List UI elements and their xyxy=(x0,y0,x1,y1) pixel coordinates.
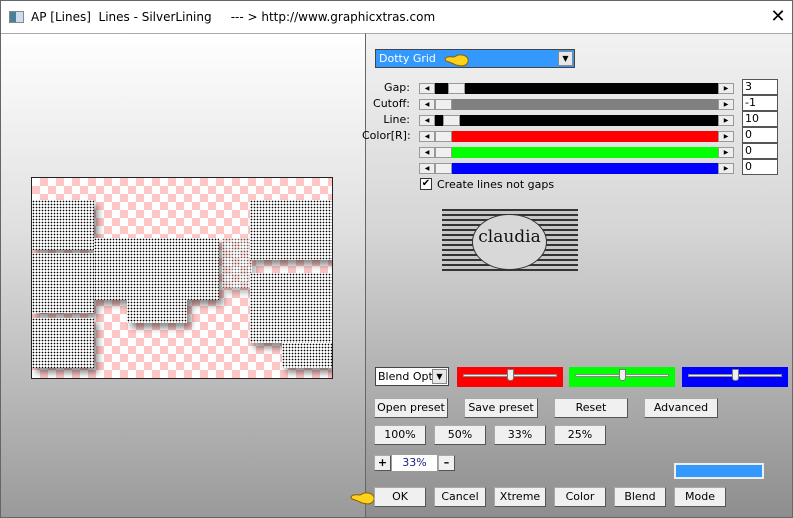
arrow-left-icon[interactable]: ◀ xyxy=(419,99,435,110)
color-g-value-field[interactable]: 0 xyxy=(742,143,778,159)
gap-slider-track xyxy=(435,83,718,94)
arrow-right-icon[interactable]: ▶ xyxy=(718,163,734,174)
zoom-33-button[interactable]: 33% xyxy=(494,425,546,445)
blend-options-dropdown[interactable]: Blend Optio ▼ xyxy=(375,367,449,386)
color-b-slider-thumb[interactable] xyxy=(435,163,452,174)
cutoff-label: Cutoff: xyxy=(373,97,410,110)
zoom-value: 33% xyxy=(392,455,437,471)
title-bar: AP [Lines] Lines - SilverLining --- > ht… xyxy=(0,0,793,33)
create-lines-label: Create lines not gaps xyxy=(437,178,555,191)
xtreme-button[interactable]: Xtreme xyxy=(494,487,546,507)
pointing-hand-icon xyxy=(444,54,469,67)
color-b-slider-track xyxy=(435,163,718,174)
close-button[interactable]: ✕ xyxy=(765,5,791,29)
cancel-button[interactable]: Cancel xyxy=(434,487,486,507)
window-title: AP [Lines] Lines - SilverLining --- > ht… xyxy=(31,10,436,24)
color-r-value-field[interactable]: 0 xyxy=(742,127,778,143)
color-r-label: Color[R]: xyxy=(362,129,411,142)
color-r-slider[interactable]: ◀ ▶ xyxy=(419,131,734,142)
preview-image[interactable] xyxy=(31,177,333,379)
gap-slider[interactable]: ◀ ▶ xyxy=(419,83,734,94)
cutoff-slider[interactable]: ◀ ▶ xyxy=(419,99,734,110)
arrow-right-icon[interactable]: ▶ xyxy=(718,83,734,94)
gap-value-field[interactable]: 3 xyxy=(742,79,778,95)
color-b-value-field[interactable]: 0 xyxy=(742,159,778,175)
arrow-left-icon[interactable]: ◀ xyxy=(419,115,435,126)
blend-red-slider[interactable] xyxy=(457,367,563,387)
gap-label: Gap: xyxy=(384,81,410,94)
color-button[interactable]: Color xyxy=(554,487,606,507)
blend-red-slider-thumb[interactable] xyxy=(507,369,514,381)
zoom-25-button[interactable]: 25% xyxy=(554,425,606,445)
logo: claudia xyxy=(442,209,578,274)
advanced-button[interactable]: Advanced xyxy=(644,398,718,418)
blend-blue-slider-thumb[interactable] xyxy=(732,369,739,381)
zoom-100-button[interactable]: 100% xyxy=(374,425,426,445)
app-icon xyxy=(9,11,24,23)
arrow-right-icon[interactable]: ▶ xyxy=(718,115,734,126)
mode-button[interactable]: Mode xyxy=(674,487,726,507)
line-slider[interactable]: ◀ ▶ xyxy=(419,115,734,126)
line-slider-thumb[interactable] xyxy=(443,115,460,126)
blend-green-slider[interactable] xyxy=(569,367,675,387)
save-preset-button[interactable]: Save preset xyxy=(464,398,538,418)
arrow-left-icon[interactable]: ◀ xyxy=(419,131,435,142)
arrow-right-icon[interactable]: ▶ xyxy=(718,99,734,110)
line-slider-track xyxy=(435,115,718,126)
open-preset-button[interactable]: Open preset xyxy=(374,398,448,418)
blend-button[interactable]: Blend xyxy=(614,487,666,507)
chevron-down-icon[interactable]: ▼ xyxy=(432,369,447,384)
color-b-slider[interactable]: ◀ ▶ xyxy=(419,163,734,174)
color-r-slider-thumb[interactable] xyxy=(435,131,452,142)
gap-slider-thumb[interactable] xyxy=(448,83,465,94)
color-g-slider-thumb[interactable] xyxy=(435,147,452,158)
color-g-slider[interactable]: ◀ ▶ xyxy=(419,147,734,158)
arrow-left-icon[interactable]: ◀ xyxy=(419,163,435,174)
pointing-hand-icon xyxy=(350,492,375,505)
cutoff-slider-thumb[interactable] xyxy=(435,99,452,110)
arrow-right-icon[interactable]: ▶ xyxy=(718,131,734,142)
cutoff-slider-track xyxy=(435,99,718,110)
line-label: Line: xyxy=(383,113,410,126)
blend-green-slider-thumb[interactable] xyxy=(619,369,626,381)
zoom-50-button[interactable]: 50% xyxy=(434,425,486,445)
arrow-left-icon[interactable]: ◀ xyxy=(419,147,435,158)
arrow-left-icon[interactable]: ◀ xyxy=(419,83,435,94)
chevron-down-icon[interactable]: ▼ xyxy=(558,51,573,66)
line-value-field[interactable]: 10 xyxy=(742,111,778,127)
blend-blue-slider[interactable] xyxy=(682,367,788,387)
zoom-out-button[interactable]: – xyxy=(438,455,455,471)
preset-dropdown[interactable]: Dotty Grid ▼ xyxy=(375,49,575,68)
color-r-slider-track xyxy=(435,131,718,142)
create-lines-checkbox[interactable]: ✔ xyxy=(420,178,432,190)
cutoff-value-field[interactable]: -1 xyxy=(742,95,778,111)
preset-dropdown-value: Dotty Grid xyxy=(379,52,436,65)
color-swatch[interactable] xyxy=(674,463,764,479)
zoom-in-button[interactable]: + xyxy=(374,455,391,471)
ok-button[interactable]: OK xyxy=(374,487,426,507)
arrow-right-icon[interactable]: ▶ xyxy=(718,147,734,158)
reset-button[interactable]: Reset xyxy=(554,398,628,418)
color-g-slider-track xyxy=(435,147,718,158)
